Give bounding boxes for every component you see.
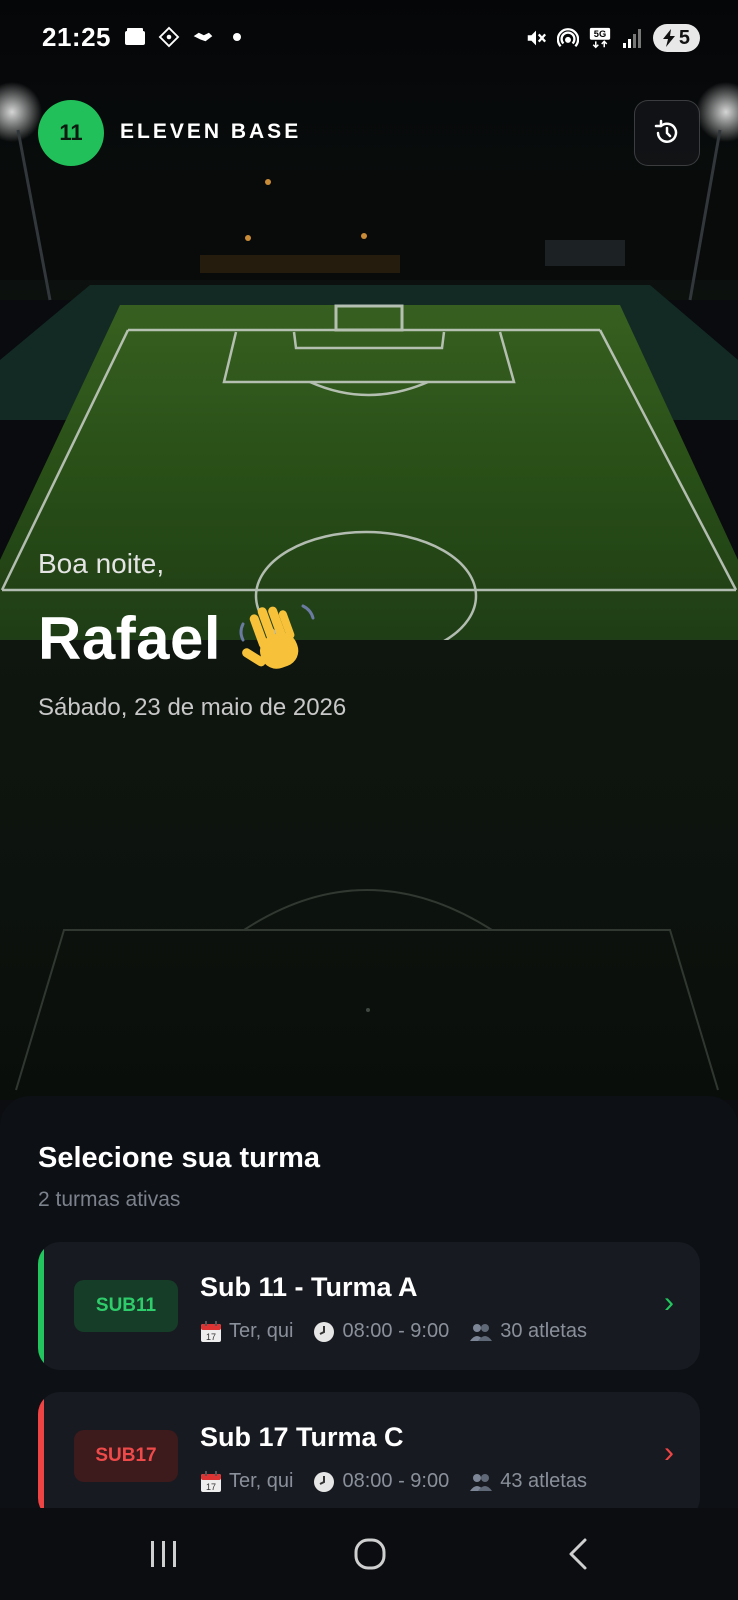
- class-athletes: 30 atletas: [469, 1320, 587, 1343]
- class-days-text: Ter, qui: [229, 1320, 294, 1342]
- battery-level: 5: [678, 26, 690, 49]
- greeting-label: Boa noite,: [38, 548, 165, 579]
- recent-apps-icon: [151, 1541, 176, 1567]
- class-time-text: 08:00 - 9:00: [342, 1470, 450, 1492]
- hotspot-icon: [556, 27, 579, 49]
- class-athletes-text: 30 atletas: [500, 1320, 587, 1342]
- calendar-icon: 17: [201, 1470, 221, 1492]
- status-time: 21:25: [42, 22, 111, 52]
- svg-text:5G: 5G: [594, 29, 606, 39]
- class-time: 08:00 - 9:00: [313, 1320, 449, 1343]
- user-row: Rafael: [38, 598, 346, 678]
- class-badge: SUB11: [74, 1280, 178, 1332]
- system-nav-bar: [0, 1508, 738, 1600]
- chevron-right-icon: ›: [664, 1436, 674, 1469]
- logo-text: 11: [59, 120, 83, 145]
- card-accent-bar: [38, 1242, 44, 1370]
- calendar-icon: 17: [201, 1320, 221, 1342]
- bolt-icon: [662, 29, 675, 47]
- clock-icon: [314, 1471, 335, 1492]
- battery-icon: 5: [652, 24, 700, 52]
- date-label: Sábado, 23 de maio de 2026: [38, 694, 347, 721]
- class-title: Sub 11 - Turma A: [200, 1272, 418, 1302]
- status-right-icons: 5G 5: [525, 24, 700, 52]
- greeting-block: Boa noite, Rafael Sábado, 23 de maio de …: [38, 548, 346, 722]
- class-meta: 17 Ter, qui 08:00 - 9:00 43 atletas: [200, 1470, 599, 1493]
- waving-hand-icon: [239, 604, 315, 669]
- card-accent-bar: [38, 1392, 44, 1520]
- class-title: Sub 17 Turma C: [200, 1422, 404, 1452]
- class-days-text: Ter, qui: [229, 1470, 294, 1492]
- people-icon: [470, 1323, 493, 1341]
- class-days: 17 Ter, qui: [200, 1320, 293, 1343]
- chevron-right-icon: ›: [664, 1286, 674, 1319]
- history-icon: [654, 119, 678, 143]
- svg-text:17: 17: [206, 1482, 216, 1492]
- app-header: 11 ELEVEN BASE: [38, 100, 700, 166]
- wallet-icon: [124, 26, 146, 48]
- home-icon: [354, 1538, 386, 1570]
- mute-icon: [525, 27, 547, 49]
- class-meta: 17 Ter, qui 08:00 - 9:00 30 atletas: [200, 1320, 599, 1343]
- handshake-icon: [192, 26, 214, 48]
- class-days: 17 Ter, qui: [200, 1470, 293, 1493]
- signal-icon: [621, 27, 643, 49]
- sheet-subtitle: 2 turmas ativas: [38, 1188, 181, 1211]
- history-button[interactable]: [634, 100, 700, 166]
- class-badge: SUB17: [74, 1430, 178, 1482]
- grid-diamond-icon: [158, 26, 180, 48]
- 5g-icon: 5G: [589, 27, 611, 49]
- class-card-sub17[interactable]: SUB17 Sub 17 Turma C 17 Ter, qui 08:00 -…: [38, 1392, 700, 1520]
- brand-name: ELEVEN BASE: [120, 120, 302, 143]
- class-card-sub11[interactable]: SUB11 Sub 11 - Turma A 17 Ter, qui 08:00…: [38, 1242, 700, 1370]
- class-selection-sheet: Selecione sua turma 2 turmas ativas SUB1…: [0, 1096, 738, 1520]
- status-left-icons: [124, 26, 248, 48]
- class-athletes: 43 atletas: [469, 1470, 587, 1493]
- recent-apps-button[interactable]: [140, 1530, 188, 1578]
- people-icon: [470, 1473, 493, 1491]
- class-time: 08:00 - 9:00: [313, 1470, 449, 1493]
- svg-text:17: 17: [206, 1332, 216, 1342]
- sheet-title: Selecione sua turma: [38, 1142, 321, 1174]
- class-athletes-text: 43 atletas: [500, 1470, 587, 1492]
- clock-icon: [314, 1321, 335, 1342]
- back-button[interactable]: [554, 1530, 602, 1578]
- user-name: Rafael: [38, 604, 222, 672]
- class-time-text: 08:00 - 9:00: [342, 1320, 450, 1342]
- status-bar: 21:25 5G 5: [0, 0, 738, 76]
- home-button[interactable]: [346, 1530, 394, 1578]
- app-logo: 11: [38, 100, 104, 166]
- dot-icon: [226, 26, 248, 48]
- back-icon: [569, 1538, 587, 1570]
